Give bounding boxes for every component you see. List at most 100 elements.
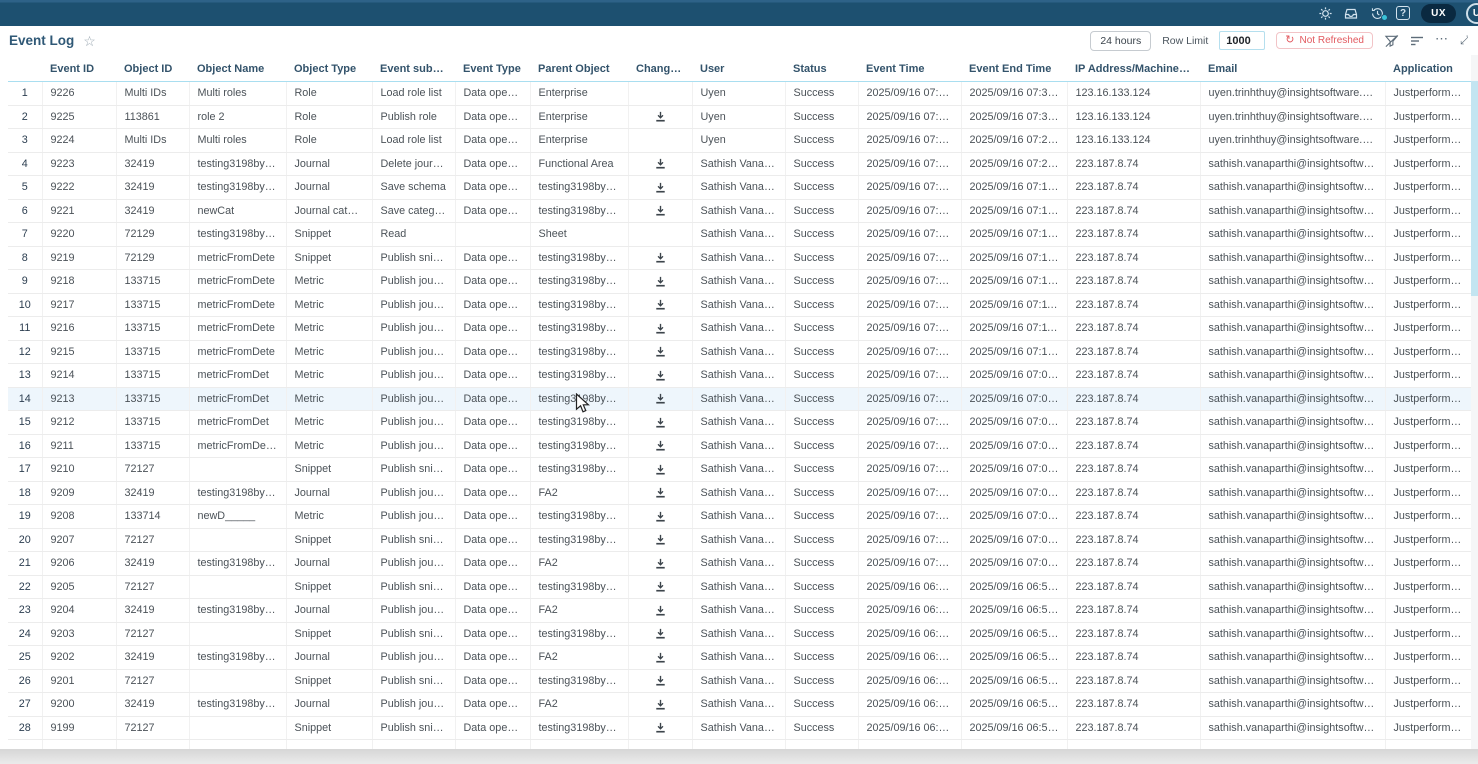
cell-change-summary <box>628 105 692 129</box>
col-header-object-name[interactable]: Object Name <box>189 58 286 82</box>
cell-event-type: Data operation <box>455 552 530 576</box>
not-refreshed-button[interactable]: ↻ Not Refreshed <box>1276 32 1373 49</box>
cell-change-summary <box>628 528 692 552</box>
settings-gear-icon[interactable] <box>1317 5 1333 21</box>
col-header-event-end-time[interactable]: Event End Time <box>961 58 1067 82</box>
change-summary-download-icon[interactable] <box>655 111 666 122</box>
time-range-button[interactable]: 24 hours <box>1090 31 1151 51</box>
table-row[interactable]: 8 9219 72129 metricFromDete Snippet Publ… <box>8 246 1472 270</box>
sort-menu-icon[interactable] <box>1410 35 1424 47</box>
table-row[interactable]: 23 9204 32419 testing3198by2Edit Journal… <box>8 599 1472 623</box>
change-summary-download-icon[interactable] <box>655 487 666 498</box>
col-header-event-sub-type[interactable]: Event sub-type <box>372 58 455 82</box>
vertical-scrollbar-thumb[interactable] <box>1471 81 1478 296</box>
table-row[interactable]: 4 9223 32419 testing3198by2Edit Journal … <box>8 152 1472 176</box>
table-row[interactable]: 1 9226 Multi IDs Multi roles Role Load r… <box>8 82 1472 106</box>
col-header-ip-address[interactable]: IP Address/Machine name <box>1067 58 1200 82</box>
col-header-user[interactable]: User <box>692 58 785 82</box>
cell-parent-object: FA2 <box>530 481 628 505</box>
table-row[interactable]: 5 9222 32419 testing3198by2Edit Journal … <box>8 176 1472 200</box>
change-summary-download-icon[interactable] <box>655 581 666 592</box>
change-summary-download-icon[interactable] <box>655 299 666 310</box>
more-options-icon[interactable]: ⋯ <box>1435 32 1449 49</box>
table-row[interactable]: 13 9214 133715 metricFromDet Metric Publ… <box>8 364 1472 388</box>
col-header-event-time[interactable]: Event Time <box>858 58 961 82</box>
table-row[interactable]: 18 9209 32419 testing3198by2Edit Journal… <box>8 481 1472 505</box>
vertical-scrollbar[interactable] <box>1471 55 1478 749</box>
change-summary-download-icon[interactable] <box>655 276 666 287</box>
cell-event-end-time: 2025/09/16 07:15:25 <box>961 176 1067 200</box>
table-row[interactable]: 10 9217 133715 metricFromDete Metric Pub… <box>8 293 1472 317</box>
cell-email: sathish.vanaparthi@insightsoftware.com <box>1200 693 1385 717</box>
change-summary-download-icon[interactable] <box>655 346 666 357</box>
change-summary-download-icon[interactable] <box>655 605 666 616</box>
table-row[interactable]: 25 9202 32419 testing3198by2Edit Journal… <box>8 646 1472 670</box>
table-row[interactable]: 17 9210 72127 Snippet Publish snippet Da… <box>8 458 1472 482</box>
col-header-object-id[interactable]: Object ID <box>116 58 189 82</box>
table-row[interactable]: 20 9207 72127 Snippet Publish snippet Da… <box>8 528 1472 552</box>
horizontal-scrollbar-track[interactable] <box>0 749 1478 764</box>
change-summary-download-icon[interactable] <box>655 699 666 710</box>
ux-badge[interactable]: UX <box>1421 4 1456 23</box>
table-row[interactable]: 21 9206 32419 testing3198by2Edit Journal… <box>8 552 1472 576</box>
change-summary-download-icon[interactable] <box>655 511 666 522</box>
cell-event-time: 2025/09/16 06:55:07 <box>858 693 961 717</box>
table-row[interactable]: 24 9203 72127 Snippet Publish snippet Da… <box>8 622 1472 646</box>
table-row[interactable]: 11 9216 133715 metricFromDete Metric Pub… <box>8 317 1472 341</box>
change-summary-download-icon[interactable] <box>655 182 666 193</box>
col-header-event-type[interactable]: Event Type <box>455 58 530 82</box>
change-summary-download-icon[interactable] <box>655 652 666 663</box>
help-icon[interactable]: ? <box>1395 5 1411 21</box>
change-summary-download-icon[interactable] <box>655 370 666 381</box>
table-row[interactable]: 28 9199 72127 Snippet Publish snippet Da… <box>8 716 1472 740</box>
table-row[interactable]: 6 9221 32419 newCat Journal category Sav… <box>8 199 1472 223</box>
table-row[interactable]: 27 9200 32419 testing3198by2Edit Journal… <box>8 693 1472 717</box>
user-avatar[interactable]: U <box>1466 3 1478 24</box>
col-header-object-type[interactable]: Object Type <box>286 58 372 82</box>
change-summary-download-icon[interactable] <box>655 205 666 216</box>
table-row[interactable]: 16 9211 133715 metricFromDet_____ Metric… <box>8 434 1472 458</box>
change-summary-download-icon[interactable] <box>655 417 666 428</box>
cell-ip-address: 223.187.8.74 <box>1067 716 1200 740</box>
change-summary-download-icon[interactable] <box>655 534 666 545</box>
col-header-parent-object[interactable]: Parent Object <box>530 58 628 82</box>
cell-email: sathish.vanaparthi@insightsoftware.com <box>1200 716 1385 740</box>
inbox-icon[interactable] <box>1343 5 1359 21</box>
change-summary-download-icon[interactable] <box>655 722 666 733</box>
col-header-event-id[interactable]: Event ID <box>42 58 116 82</box>
cell-object-id: 133715 <box>116 340 189 364</box>
col-header-status[interactable]: Status <box>785 58 858 82</box>
change-summary-download-icon[interactable] <box>655 628 666 639</box>
change-summary-download-icon[interactable] <box>655 464 666 475</box>
cell-event-time: 2025/09/16 07:25:01 <box>858 129 961 153</box>
history-clock-icon[interactable] <box>1369 5 1385 21</box>
change-summary-download-icon[interactable] <box>655 393 666 404</box>
table-row[interactable]: 3 9224 Multi IDs Multi roles Role Load r… <box>8 129 1472 153</box>
change-summary-download-icon[interactable] <box>655 675 666 686</box>
table-row[interactable]: 2 9225 113861 role 2 Role Publish role D… <box>8 105 1472 129</box>
table-row[interactable]: 7 9220 72129 testing3198by2Edit Snippet … <box>8 223 1472 247</box>
change-summary-download-icon[interactable] <box>655 440 666 451</box>
expand-icon[interactable]: ⤢ <box>1460 33 1468 48</box>
change-summary-download-icon[interactable] <box>655 158 666 169</box>
col-header-email[interactable]: Email <box>1200 58 1385 82</box>
change-summary-download-icon[interactable] <box>655 323 666 334</box>
col-header-change-summary[interactable]: Change Su... <box>628 58 692 82</box>
table-row[interactable]: 19 9208 133714 newD_____ Metric Publish … <box>8 505 1472 529</box>
favorite-star-icon[interactable]: ☆ <box>83 34 96 48</box>
filter-off-icon[interactable] <box>1384 34 1399 48</box>
cell-object-name: metricFromDete <box>189 317 286 341</box>
row-limit-input[interactable] <box>1219 31 1265 50</box>
change-summary-download-icon[interactable] <box>655 252 666 263</box>
cell-event-id: 9208 <box>42 505 116 529</box>
table-row[interactable]: 12 9215 133715 metricFromDete Metric Pub… <box>8 340 1472 364</box>
col-header-application[interactable]: Application <box>1385 58 1472 82</box>
table-row[interactable]: 22 9205 72127 Snippet Publish snippet Da… <box>8 575 1472 599</box>
table-row[interactable]: 26 9201 72127 Snippet Publish snippet Da… <box>8 669 1472 693</box>
table-row[interactable]: 9 9218 133715 metricFromDete Metric Publ… <box>8 270 1472 294</box>
table-row[interactable]: 14 9213 133715 metricFromDet Metric Publ… <box>8 387 1472 411</box>
cell-user: Sathish Vanaparthi <box>692 552 785 576</box>
table-row[interactable]: 15 9212 133715 metricFromDet Metric Publ… <box>8 411 1472 435</box>
cell-email: sathish.vanaparthi@insightsoftware.com <box>1200 481 1385 505</box>
change-summary-download-icon[interactable] <box>655 558 666 569</box>
